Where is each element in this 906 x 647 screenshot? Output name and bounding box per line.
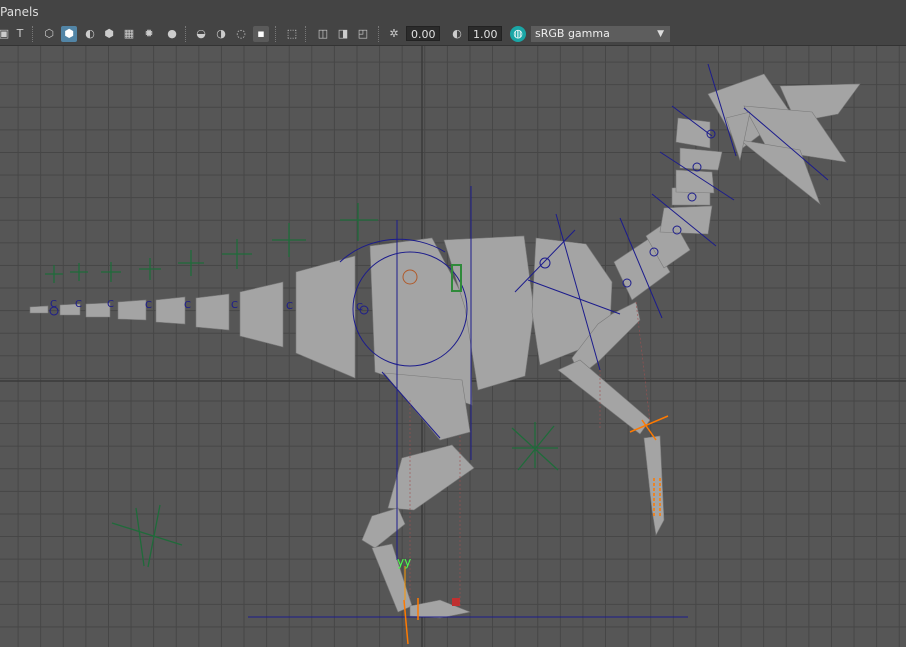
color-management-icon[interactable]: ◍ [510,26,526,42]
xray-icon[interactable]: ⬚ [284,26,300,42]
exposure-field[interactable]: 0.00 [406,26,440,41]
gamma-icon[interactable]: ◐ [449,26,465,42]
wireframe-icon[interactable]: ⬡ [41,26,57,42]
toolbar-divider [32,26,35,42]
exposure-icon[interactable]: ✲ [386,26,402,42]
svg-text:C: C [145,300,152,311]
isolate-select-icon[interactable]: ▪ [253,26,269,42]
svg-text:C: C [75,299,82,310]
body-bones[interactable] [369,235,613,441]
xray-joints-icon[interactable]: ◫ [315,26,331,42]
svg-text:C: C [356,302,363,313]
svg-text:C: C [231,300,238,311]
svg-text:C: C [107,299,114,310]
back-leg-bones[interactable] [361,444,475,619]
toolbar-divider [275,26,278,42]
panels-menu[interactable]: Panels [0,5,39,19]
svg-text:C: C [286,301,293,312]
viewport-toolbar: ▣ T ⬡ ⬢ ◐ ⬢ ▦ ✹ ● ◒ ◑ ◌ ▪ ⬚ ◫ ◨ ◰ ✲ 0.00… [0,23,906,46]
shade-selected-icon[interactable]: ◐ [82,26,98,42]
colorspace-dropdown[interactable]: sRGB gamma ▼ [531,26,670,42]
toolbar-divider [305,26,308,42]
text-icon[interactable]: T [12,26,28,42]
neck-bones[interactable] [613,117,723,301]
3d-viewport[interactable]: C C C C C C C C yy [0,46,906,647]
checker-icon[interactable]: ▦ [121,26,137,42]
smooth-shade-icon[interactable]: ⬢ [61,26,77,42]
svg-text:C: C [184,300,191,311]
panel-menubar: Panels [0,0,906,23]
component-xray-icon[interactable]: ◨ [335,26,351,42]
motion-blur-icon[interactable]: ◑ [213,26,229,42]
textured-icon[interactable]: ⬢ [101,26,117,42]
camera-icon[interactable]: ▣ [0,26,12,42]
toolbar-divider [378,26,381,42]
anti-aliasing-icon[interactable]: ◌ [233,26,249,42]
svg-text:C: C [50,299,57,310]
ambient-occlusion-icon[interactable]: ◒ [193,26,209,42]
resolution-gate-icon[interactable]: ◰ [355,26,371,42]
axis-label: yy [397,555,411,569]
lights-icon[interactable]: ✹ [141,26,157,42]
gamma-field[interactable]: 1.00 [468,26,502,41]
colorspace-value: sRGB gamma [535,27,610,40]
scene-canvas[interactable]: C C C C C C C C yy [0,46,906,647]
shadows-icon[interactable]: ● [164,26,180,42]
chevron-down-icon: ▼ [657,29,664,39]
toolbar-divider [185,26,188,42]
maya-viewport-panel: Panels ▣ T ⬡ ⬢ ◐ ⬢ ▦ ✹ ● ◒ ◑ ◌ ▪ ⬚ ◫ ◨ ◰… [0,0,906,647]
